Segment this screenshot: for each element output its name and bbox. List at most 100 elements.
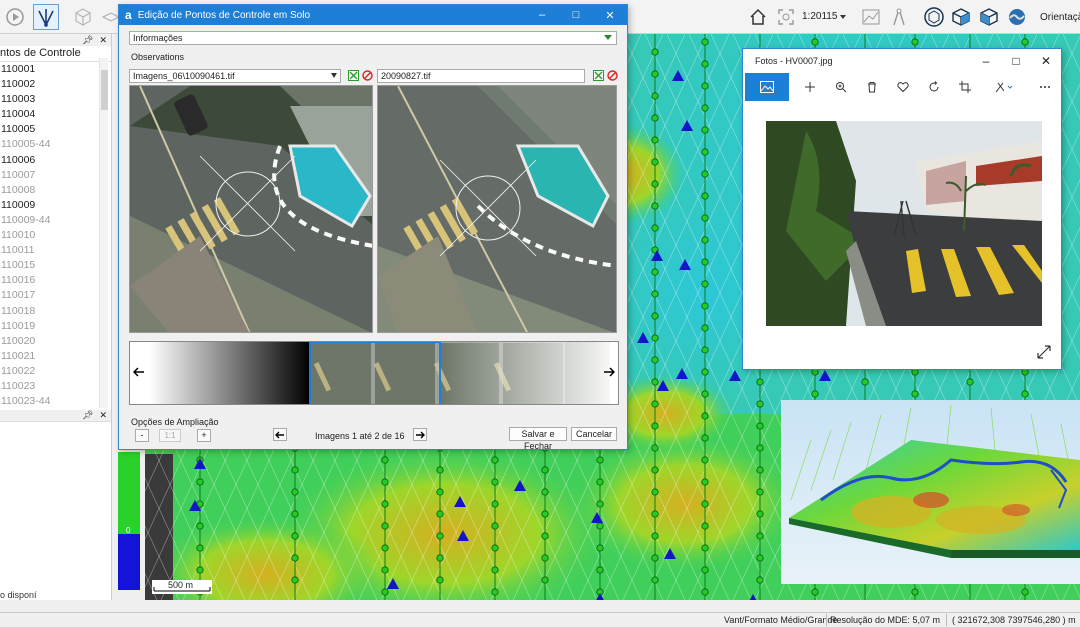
dialog-titlebar[interactable]: a Edição de Pontos de Controle em Solo –… bbox=[119, 5, 627, 25]
close-icon[interactable]: ✕ bbox=[593, 5, 627, 25]
control-point-item[interactable]: 110018 bbox=[0, 304, 111, 319]
photos-titlebar[interactable]: Fotos - HV0007.jpg – □ ✕ bbox=[743, 49, 1061, 73]
control-point-item[interactable]: 110011 bbox=[0, 243, 111, 258]
pin-icon[interactable]: 📌︎ bbox=[82, 35, 93, 46]
control-point-item[interactable]: 110021 bbox=[0, 349, 111, 364]
zoom-out-button[interactable]: - bbox=[135, 429, 149, 442]
control-point-item[interactable]: 110009 bbox=[0, 198, 111, 213]
close-icon[interactable]: ✕ bbox=[99, 410, 107, 421]
orientation-label[interactable]: Orientação bbox=[1040, 12, 1080, 23]
status-separator bbox=[826, 614, 827, 626]
network-tool-icon[interactable] bbox=[33, 4, 59, 30]
minimize-icon[interactable]: – bbox=[971, 49, 1001, 73]
cube-3d-alt-icon[interactable] bbox=[976, 4, 1002, 30]
control-point-item[interactable]: 110005 bbox=[0, 122, 111, 137]
delete-icon[interactable] bbox=[857, 73, 887, 101]
scale-readout[interactable]: 1:20115 bbox=[802, 11, 837, 22]
right-image-field[interactable]: 20090827.tif bbox=[377, 69, 585, 83]
edit-tools-icon[interactable] bbox=[989, 73, 1019, 101]
close-icon[interactable]: ✕ bbox=[1031, 49, 1061, 73]
control-point-item[interactable]: 110010 bbox=[0, 228, 111, 243]
panel-header: 📌︎ ✕ bbox=[0, 410, 111, 422]
profile-chart-icon[interactable] bbox=[858, 4, 884, 30]
close-icon[interactable]: ✕ bbox=[99, 35, 107, 46]
control-point-item[interactable]: 110004 bbox=[0, 107, 111, 122]
play-icon[interactable] bbox=[2, 4, 28, 30]
crop-icon[interactable] bbox=[950, 73, 980, 101]
legend-zero-label: 0 bbox=[126, 526, 131, 535]
control-point-item[interactable]: 110006 bbox=[0, 153, 111, 168]
pin-icon[interactable]: 📌︎ bbox=[82, 410, 93, 421]
control-point-item[interactable]: 110002 bbox=[0, 77, 111, 92]
accept-point-icon[interactable] bbox=[348, 70, 359, 81]
terrain-sphere-icon[interactable] bbox=[1004, 4, 1030, 30]
zoom-level-field[interactable]: 1:1 bbox=[159, 429, 181, 442]
zoom-in-icon[interactable] bbox=[826, 73, 856, 101]
control-point-item[interactable]: 110022 bbox=[0, 364, 111, 379]
prev-images-button[interactable] bbox=[273, 428, 287, 441]
control-point-item[interactable]: 110007 bbox=[0, 168, 111, 183]
availability-text: o disponí bbox=[0, 590, 37, 600]
panel-title: ntos de Controle bbox=[0, 46, 111, 62]
save-close-button[interactable]: Salvar e Fechar bbox=[509, 427, 567, 451]
control-point-item[interactable]: 110005-44 bbox=[0, 137, 111, 152]
control-point-item[interactable]: 110003 bbox=[0, 92, 111, 107]
control-point-item[interactable]: 110017 bbox=[0, 288, 111, 303]
accept-point-icon[interactable] bbox=[593, 70, 604, 81]
cube-tool-icon[interactable] bbox=[70, 4, 96, 30]
control-point-item[interactable]: 110023-44 bbox=[0, 394, 111, 409]
home-icon[interactable] bbox=[745, 4, 771, 30]
scale-dropdown-icon[interactable] bbox=[836, 4, 850, 30]
left-aerial-image[interactable] bbox=[129, 85, 373, 333]
photos-title: Fotos - HV0007.jpg bbox=[755, 56, 833, 66]
globe-cube-icon[interactable] bbox=[921, 4, 947, 30]
next-images-button[interactable] bbox=[413, 428, 427, 441]
filmstrip-next-arrow-icon[interactable] bbox=[603, 367, 615, 377]
control-point-item[interactable]: 110001 bbox=[0, 62, 111, 77]
arrow-left-icon bbox=[275, 431, 284, 438]
cancel-button[interactable]: Cancelar bbox=[571, 427, 617, 441]
control-point-item[interactable]: 110015 bbox=[0, 258, 111, 273]
zoom-extent-icon[interactable] bbox=[773, 4, 799, 30]
right-aerial-image[interactable] bbox=[377, 85, 617, 333]
compass-icon[interactable] bbox=[886, 4, 912, 30]
left-image-select[interactable]: Imagens_06\10090461.tif bbox=[129, 69, 341, 83]
cursor-coordinates: ( 321672,308 7397546,280 ) m bbox=[952, 615, 1076, 625]
app-logo-icon: a bbox=[125, 8, 132, 22]
gcp-edit-dialog: a Edição de Pontos de Controle em Solo –… bbox=[118, 4, 628, 451]
favorite-heart-icon[interactable] bbox=[888, 73, 918, 101]
control-point-item[interactable]: 110009-44 bbox=[0, 213, 111, 228]
3d-terrain-view[interactable] bbox=[781, 400, 1080, 584]
observations-label: Observations bbox=[131, 52, 185, 62]
panel-header: 📌︎ ✕ bbox=[0, 34, 111, 46]
list-scrollbar[interactable] bbox=[99, 58, 108, 408]
image-filmstrip[interactable] bbox=[129, 341, 619, 405]
expand-icon[interactable] bbox=[1037, 345, 1051, 359]
mde-resolution: Resolução do MDE: 5,07 m bbox=[830, 615, 941, 625]
filmstrip-prev-arrow-icon[interactable] bbox=[133, 367, 145, 377]
chevron-down-icon bbox=[604, 35, 612, 40]
cube-3d-icon[interactable] bbox=[948, 4, 974, 30]
remove-point-icon[interactable] bbox=[607, 70, 618, 81]
control-point-item[interactable]: 110019 bbox=[0, 319, 111, 334]
zoom-in-button[interactable]: + bbox=[197, 429, 211, 442]
dialog-title: Edição de Pontos de Controle em Solo bbox=[137, 9, 311, 21]
maximize-icon[interactable]: □ bbox=[559, 5, 593, 25]
more-options-icon[interactable] bbox=[1030, 73, 1060, 101]
scrollbar-thumb[interactable] bbox=[101, 70, 108, 110]
control-point-item[interactable]: 110023 bbox=[0, 379, 111, 394]
right-image-name: 20090827.tif bbox=[381, 71, 431, 81]
image-view-icon[interactable] bbox=[745, 73, 789, 101]
add-icon[interactable] bbox=[795, 73, 825, 101]
maximize-icon[interactable]: □ bbox=[1001, 49, 1031, 73]
rotate-icon[interactable] bbox=[919, 73, 949, 101]
info-section-dropdown[interactable]: Informações bbox=[129, 31, 617, 45]
info-section-label: Informações bbox=[133, 33, 183, 43]
control-point-item[interactable]: 110008 bbox=[0, 183, 111, 198]
control-point-item[interactable]: 110020 bbox=[0, 334, 111, 349]
remove-point-icon[interactable] bbox=[362, 70, 373, 81]
minimize-icon[interactable]: – bbox=[525, 5, 559, 25]
control-point-item[interactable]: 110016 bbox=[0, 273, 111, 288]
photos-toolbar bbox=[743, 73, 1061, 101]
field-photo[interactable] bbox=[766, 121, 1042, 326]
